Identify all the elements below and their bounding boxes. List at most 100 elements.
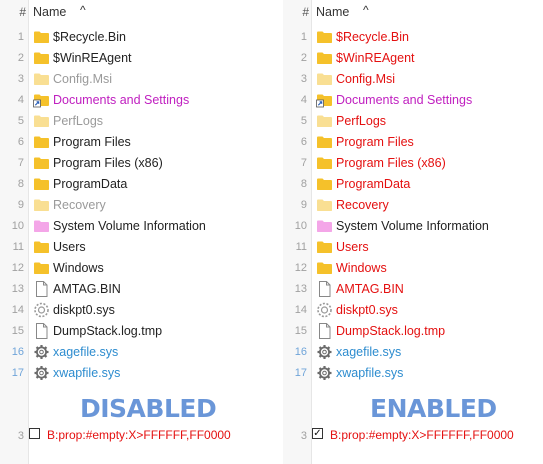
folder-icon [33,155,50,171]
row-number: 2 [17,52,24,64]
file-name: Config.Msi [53,72,113,86]
filter-rule-row: 3 B:prop:#empty:X>FFFFFF,FF0000 [0,425,266,445]
row-number: 8 [17,178,24,190]
folder-icon [316,155,333,171]
file-name: ProgramData [336,177,411,191]
list-item[interactable]: 2 $WinREAgent [0,48,266,69]
list-item[interactable]: 3 Config.Msi [0,69,266,90]
list-item[interactable]: 14 diskpt0.sys [283,300,543,321]
file-icon [316,281,333,297]
file-name: Documents and Settings [336,93,473,107]
row-number: 14 [11,304,24,316]
list-item[interactable]: 8 ProgramData [283,174,543,195]
column-header: # Name ^ [283,0,543,24]
list-item[interactable]: 15 DumpStack.log.tmp [283,321,543,342]
folder-link-icon [316,92,333,108]
row-number: 7 [300,157,307,169]
list-item[interactable]: 2 $WinREAgent [283,48,543,69]
list-item[interactable]: 13 AMTAG.BIN [283,279,543,300]
sort-ascending-icon[interactable]: ^ [80,3,86,17]
list-item[interactable]: 9 Recovery [0,195,266,216]
row-number: 9 [17,199,24,211]
name-column-header[interactable]: Name [316,5,349,19]
folder-icon [316,50,333,66]
list-item[interactable]: 7 Program Files (x86) [283,153,543,174]
filter-rule-row: 3 ✓ B:prop:#empty:X>FFFFFF,FF0000 [283,425,543,445]
row-number: 3 [17,73,24,85]
list-item[interactable]: 16 xagefile.sys [0,342,266,363]
header-hash: # [19,5,26,19]
gear-file-icon [33,344,50,360]
folder-icon [33,134,50,150]
file-name: Recovery [53,198,106,212]
file-name: Documents and Settings [53,93,190,107]
row-number: 1 [17,31,24,43]
file-icon [316,323,333,339]
name-column-header[interactable]: Name [33,5,66,19]
row-number: 15 [294,325,307,337]
folder-icon [33,176,50,192]
file-name: Recovery [336,198,389,212]
file-name: xagefile.sys [336,345,402,359]
file-name: $Recycle.Bin [53,30,126,44]
list-item[interactable]: 7 Program Files (x86) [0,153,266,174]
file-name: Users [53,240,86,254]
list-item[interactable]: 12 Windows [0,258,266,279]
file-name: DumpStack.log.tmp [53,324,163,338]
filter-enable-checkbox[interactable]: ✓ [312,428,323,439]
list-item[interactable]: 12 Windows [283,258,543,279]
list-item[interactable]: 17 xwapfile.sys [283,363,543,384]
row-number: 13 [11,283,24,295]
row-number: 12 [294,262,307,274]
list-item[interactable]: 1 $Recycle.Bin [283,27,543,48]
list-item[interactable]: 8 ProgramData [0,174,266,195]
folder-icon [33,50,50,66]
list-item[interactable]: 6 Program Files [0,132,266,153]
list-item[interactable]: 11 Users [283,237,543,258]
list-item[interactable]: 11 Users [0,237,266,258]
row-number: 14 [294,304,307,316]
list-item[interactable]: 10 System Volume Information [283,216,543,237]
row-number: 4 [17,94,24,106]
disabled-label: DISABLED [80,394,217,423]
row-number: 8 [300,178,307,190]
list-item[interactable]: 9 Recovery [283,195,543,216]
file-name: Program Files (x86) [336,156,446,170]
list-item[interactable]: 5 PerfLogs [283,111,543,132]
file-name: xagefile.sys [53,345,119,359]
gear-file-icon [316,365,333,381]
list-item[interactable]: 6 Program Files [283,132,543,153]
folder-icon [33,113,50,129]
folder-icon [316,197,333,213]
gear-file-icon [316,302,333,318]
folder-icon [316,134,333,150]
file-name: AMTAG.BIN [336,282,404,296]
sort-ascending-icon[interactable]: ^ [363,3,369,17]
file-name: System Volume Information [53,219,206,233]
list-item[interactable]: 13 AMTAG.BIN [0,279,266,300]
filter-rule-text: B:prop:#empty:X>FFFFFF,FF0000 [47,428,231,442]
file-name: Windows [53,261,104,275]
filter-enable-checkbox[interactable] [29,428,40,439]
list-item[interactable]: 3 Config.Msi [283,69,543,90]
list-item[interactable]: 14 diskpt0.sys [0,300,266,321]
file-name: Program Files [336,135,414,149]
file-name: System Volume Information [336,219,489,233]
list-item[interactable]: 5 PerfLogs [0,111,266,132]
list-item[interactable]: 4 Documents and Settings [0,90,266,111]
list-item[interactable]: 15 DumpStack.log.tmp [0,321,266,342]
file-name: diskpt0.sys [336,303,398,317]
list-item[interactable]: 10 System Volume Information [0,216,266,237]
list-item[interactable]: 17 xwapfile.sys [0,363,266,384]
file-name: Program Files (x86) [53,156,163,170]
folder-icon [33,239,50,255]
file-icon [33,281,50,297]
list-item[interactable]: 16 xagefile.sys [283,342,543,363]
file-name: xwapfile.sys [336,366,404,380]
file-icon [33,323,50,339]
list-item[interactable]: 4 Documents and Settings [283,90,543,111]
list-item[interactable]: 1 $Recycle.Bin [0,27,266,48]
row-number: 11 [12,241,24,253]
file-name: ProgramData [53,177,128,191]
row-number: 11 [295,241,307,253]
